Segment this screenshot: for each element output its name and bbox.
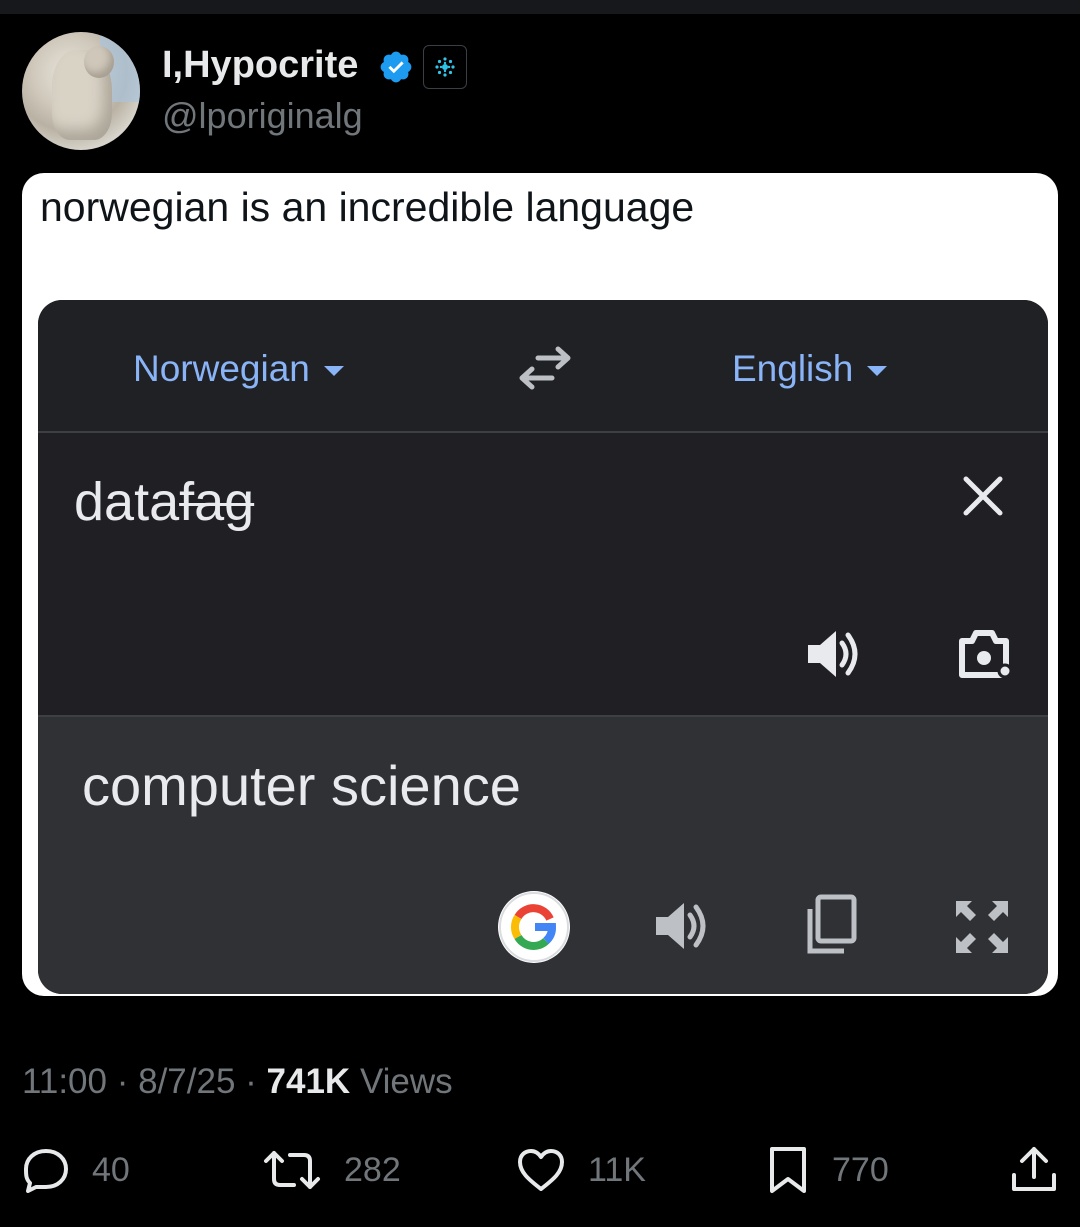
author-name[interactable]: I,Hypocrite xyxy=(162,44,358,87)
chevron-down-icon xyxy=(323,366,344,377)
camera-icon[interactable] xyxy=(954,625,1014,683)
google-logo-icon[interactable] xyxy=(498,891,570,963)
views-count: 741K xyxy=(266,1062,351,1101)
translation-panel: computer science xyxy=(38,717,1048,994)
reply-button[interactable]: 40 xyxy=(22,1145,130,1195)
verified-badge-icon[interactable] xyxy=(378,49,414,85)
source-language-selector[interactable]: Norwegian xyxy=(133,348,344,390)
source-text-plain: data xyxy=(74,472,180,532)
bookmark-button[interactable]: 770 xyxy=(766,1145,889,1195)
bookmark-icon xyxy=(770,1147,806,1193)
heart-icon xyxy=(518,1149,564,1191)
copy-icon[interactable] xyxy=(802,893,860,957)
like-button[interactable]: 11K xyxy=(516,1145,646,1195)
language-bar: Norwegian English xyxy=(38,300,1048,433)
image-caption: norwegian is an incredible language xyxy=(40,184,695,230)
target-language-selector[interactable]: English xyxy=(732,348,888,390)
source-text-panel[interactable]: datafag xyxy=(38,433,1048,717)
tweet-date[interactable]: 8/7/25 xyxy=(138,1062,235,1101)
bookmark-count: 770 xyxy=(832,1150,889,1189)
translation-text: computer science xyxy=(82,754,521,817)
share-icon xyxy=(1012,1147,1056,1191)
share-button[interactable] xyxy=(1010,1145,1058,1195)
fullscreen-icon[interactable] xyxy=(952,897,1012,957)
top-bar xyxy=(0,0,1080,14)
target-language-label: English xyxy=(732,348,854,389)
speaker-icon[interactable] xyxy=(652,897,710,955)
repost-count: 282 xyxy=(344,1150,401,1189)
avatar[interactable] xyxy=(22,32,140,150)
source-language-label: Norwegian xyxy=(133,348,310,389)
affiliate-badge-icon[interactable] xyxy=(423,45,467,89)
tweet-metadata: 11:00 · 8/7/25 · 741K Views xyxy=(22,1062,453,1101)
source-text-struck: fag xyxy=(179,472,255,532)
reply-count: 40 xyxy=(92,1150,130,1189)
swap-languages-icon[interactable] xyxy=(516,346,574,390)
reply-icon xyxy=(24,1149,68,1193)
chevron-down-icon xyxy=(867,366,888,377)
views-label: Views xyxy=(359,1062,453,1101)
author-handle[interactable]: @lporiginalg xyxy=(162,95,363,137)
like-count: 11K xyxy=(588,1150,646,1189)
translate-screenshot: Norwegian English datafag computer scien… xyxy=(38,300,1048,994)
close-icon[interactable] xyxy=(962,475,1004,517)
source-text[interactable]: datafag xyxy=(74,471,254,533)
repost-button[interactable]: 282 xyxy=(262,1145,401,1195)
repost-icon xyxy=(264,1151,320,1189)
speaker-icon[interactable] xyxy=(804,625,862,683)
tweet-time[interactable]: 11:00 xyxy=(22,1062,107,1101)
